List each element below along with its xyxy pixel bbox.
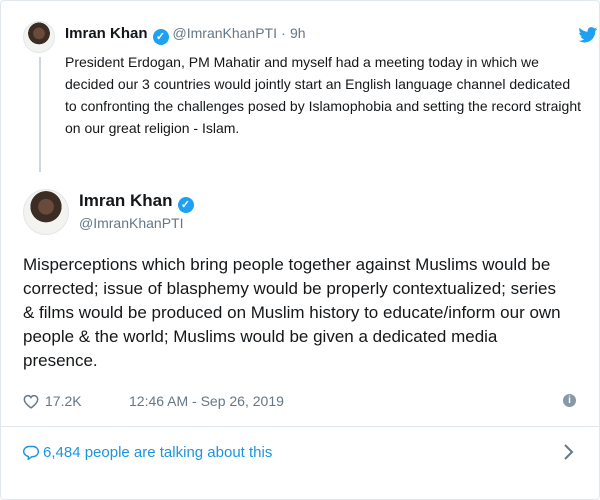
tweet-stats-row: 17.2K 12:46 AM - Sep 26, 2019 i (23, 391, 579, 413)
parent-author-name[interactable]: Imran Khan (65, 25, 148, 42)
parent-tweet-time[interactable]: 9h (290, 25, 306, 41)
divider (1, 426, 600, 427)
main-avatar[interactable] (23, 189, 69, 235)
tweet-embed-card: Imran Khan ✓ @ImranKhanPTI · 9h President … (0, 0, 600, 500)
tweet-timestamp[interactable]: 12:46 AM - Sep 26, 2019 (129, 393, 284, 409)
talking-count-text[interactable]: 6,484 people are talking about this (43, 444, 272, 461)
main-tweet-text: Misperceptions which bring people togeth… (23, 255, 561, 370)
speech-bubble-icon (23, 445, 39, 460)
info-icon[interactable]: i (563, 394, 576, 407)
main-author-handle[interactable]: @ImranKhanPTI (79, 215, 183, 231)
parent-avatar[interactable] (23, 21, 55, 53)
chevron-right-icon[interactable] (563, 443, 575, 461)
thread-connector-line (39, 57, 41, 172)
verified-badge-icon: ✓ (177, 197, 194, 213)
conversation-link[interactable]: 6,484 people are talking about this (23, 441, 579, 465)
verified-badge-icon: ✓ (152, 29, 169, 45)
parent-tweet-text: President Erdogan, PM Mahatir and myself… (65, 54, 581, 136)
separator-dot: · (281, 25, 286, 41)
main-author-name[interactable]: Imran Khan (79, 191, 173, 210)
twitter-bird-icon[interactable] (578, 27, 598, 43)
parent-tweet-header: Imran Khan ✓ @ImranKhanPTI · 9h (65, 25, 306, 45)
like-count[interactable]: 17.2K (45, 393, 82, 409)
main-author-name-row[interactable]: Imran Khan ✓ (79, 191, 198, 213)
heart-icon[interactable] (23, 394, 39, 409)
parent-author-handle[interactable]: @ImranKhanPTI (173, 25, 277, 41)
